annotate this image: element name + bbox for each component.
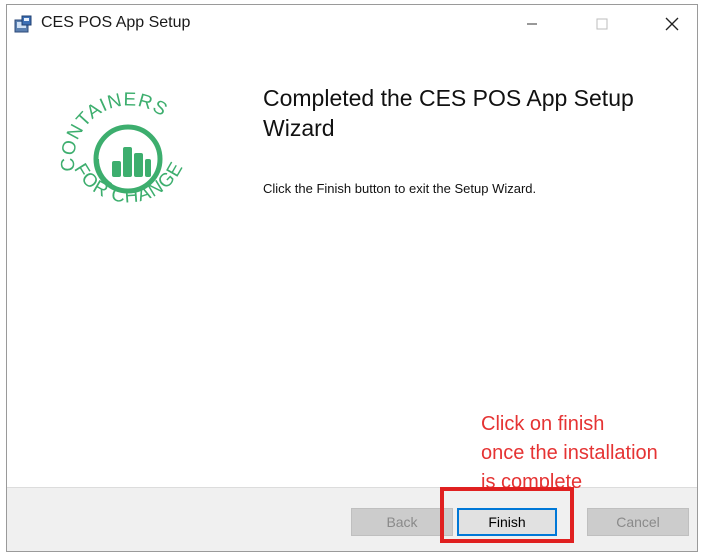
close-icon [665, 17, 679, 31]
button-bar: Back Finish Cancel [7, 487, 697, 551]
installer-app-icon [14, 15, 32, 33]
instruction-annotation: Click on finish once the installation is… [481, 413, 658, 488]
page-title: Completed the CES POS App Setup Wizard [263, 85, 634, 141]
maximize-icon [596, 18, 608, 30]
finish-highlight-box [440, 487, 574, 543]
minimize-icon [527, 23, 537, 25]
close-button[interactable] [649, 5, 695, 43]
cancel-button[interactable]: Cancel [587, 508, 689, 536]
wizard-message: Click the Finish button to exit the Setu… [263, 181, 537, 196]
maximize-button[interactable] [579, 5, 625, 43]
containers-for-change-logo: CONTAINERS FOR CHANGE [58, 89, 187, 207]
minimize-button[interactable] [509, 5, 555, 43]
setup-window: CES POS App Setup CONTAINERS FOR CHANGE … [6, 4, 698, 552]
title-bar[interactable]: CES POS App Setup [7, 5, 697, 43]
window-title: CES POS App Setup [41, 14, 191, 31]
back-button[interactable]: Back [351, 508, 453, 536]
